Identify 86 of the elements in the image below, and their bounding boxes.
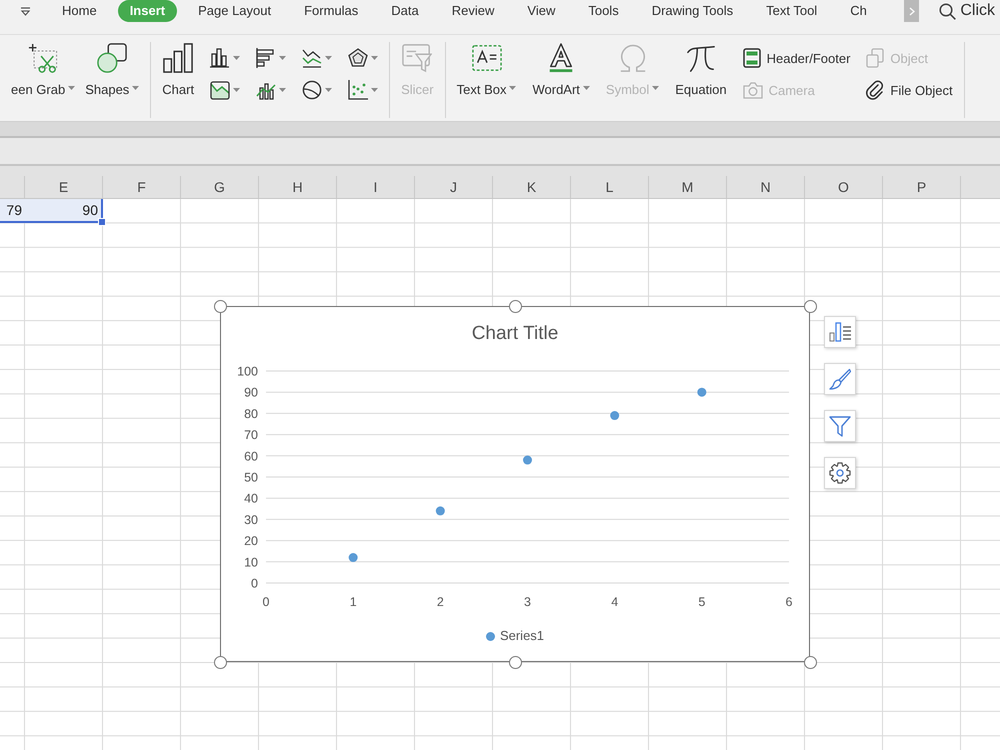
axis-tick-label: 6: [786, 595, 792, 609]
axis-tick-label: 100: [237, 364, 258, 378]
line-chart-icon: [302, 48, 322, 68]
ribbon-button[interactable]: Equation: [675, 43, 727, 105]
column-header[interactable]: L: [571, 176, 649, 198]
resize-handle[interactable]: [508, 300, 522, 312]
resize-handle[interactable]: [804, 300, 816, 312]
column-chart-icon: [210, 48, 230, 68]
chart-elements-button[interactable]: [824, 316, 856, 348]
radar-chart-icon: [348, 48, 368, 68]
search-icon: [939, 2, 956, 20]
sheet-cell[interactable]: 90: [25, 199, 103, 223]
chart-settings-button[interactable]: [824, 457, 856, 489]
horizontal-bar-chart-icon: [256, 48, 276, 68]
sheet-cell[interactable]: 79: [0, 199, 25, 223]
settings-icon: [829, 462, 851, 484]
column-header[interactable]: N: [727, 176, 805, 198]
axis-tick-label: 2: [436, 595, 444, 609]
axis-tick-label: 40: [244, 492, 258, 506]
column-header[interactable]: E: [25, 176, 103, 198]
menu-tab[interactable]: Tools: [576, 0, 631, 22]
filter-icon: [829, 415, 851, 437]
ribbon-button[interactable]: Text Box: [456, 43, 516, 105]
dropdown-icon[interactable]: [20, 7, 31, 16]
pie-chart-icon: [302, 80, 322, 100]
axis-tick-label: 30: [244, 512, 258, 527]
resize-handle[interactable]: [214, 300, 226, 312]
text-box-icon: [472, 43, 502, 73]
axis-tick-label: 60: [244, 449, 258, 464]
scissors-icon: [28, 43, 58, 73]
header-footer-icon: [742, 48, 761, 68]
axis-tick-label: 0: [262, 595, 270, 609]
resize-handle[interactable]: [214, 656, 226, 668]
menu-tab[interactable]: Drawing Tools: [640, 0, 746, 22]
column-header[interactable]: H: [259, 176, 337, 198]
axis-tick-label: 5: [698, 595, 706, 609]
bar-chart-icon: [163, 43, 194, 73]
pi-icon: [686, 43, 716, 73]
menu-tab[interactable]: Text Tool: [754, 0, 830, 22]
column-header[interactable]: I: [337, 176, 415, 198]
chart-elements-icon: [829, 322, 851, 342]
ribbon-button[interactable]: Shapes: [85, 43, 140, 105]
menu-tab[interactable]: Review: [440, 0, 506, 22]
menu-tab[interactable]: Formulas: [292, 0, 370, 22]
axis-tick-label: 20: [244, 534, 258, 548]
camera-icon: [742, 81, 763, 99]
fill-handle[interactable]: [98, 218, 106, 226]
legend-label: Series1: [500, 628, 544, 644]
menu-tab[interactable]: Ch: [838, 0, 879, 22]
search-box[interactable]: Click: [939, 0, 995, 22]
column-header[interactable]: G: [181, 176, 259, 198]
menu-tab[interactable]: Data: [379, 0, 431, 22]
scatter-chart-icon: [348, 80, 368, 100]
paintbrush-icon: [829, 368, 851, 390]
column-header[interactable]: F: [103, 176, 181, 198]
axis-tick-label: 3: [524, 595, 531, 609]
menu-tab[interactable]: Home: [50, 0, 109, 22]
axis-tick-label: 0: [251, 576, 258, 590]
axis-tick-label: 1: [350, 595, 357, 609]
area-chart-icon: [210, 80, 230, 100]
column-header[interactable]: M: [649, 176, 727, 198]
shapes-icon: [97, 43, 128, 73]
ribbon-button[interactable]: File Object: [866, 75, 953, 105]
chart-title: Chart Title: [472, 322, 558, 346]
axis-tick-label: 4: [611, 595, 618, 609]
column-header[interactable]: P: [883, 176, 961, 198]
ribbon-button[interactable]: Header/Footer: [742, 43, 850, 73]
slicer-icon: [402, 43, 432, 73]
axis-tick-label: 70: [244, 428, 258, 442]
menu-tab[interactable]: Page Layout: [186, 0, 284, 22]
axis-tick-label: 90: [244, 386, 258, 400]
ribbon-button[interactable]: WordArt: [532, 43, 590, 105]
column-header[interactable]: J: [415, 176, 493, 198]
column-header[interactable]: O: [805, 176, 883, 198]
paperclip-icon: [866, 80, 884, 100]
column-header[interactable]: K: [493, 176, 571, 198]
overlapping-pages-icon: [866, 48, 884, 68]
ribbon-button[interactable]: een Grab: [11, 43, 76, 105]
menu-tab[interactable]: View: [515, 0, 568, 22]
axis-tick-label: 80: [244, 406, 258, 421]
chevron-right-icon: [908, 6, 915, 16]
ribbon-button[interactable]: Chart: [162, 43, 194, 105]
axis-tick-label: 10: [244, 555, 258, 570]
axis-tick-label: 50: [244, 470, 258, 484]
chart-style-button[interactable]: [824, 363, 856, 395]
chart-filter-button[interactable]: [824, 410, 856, 442]
